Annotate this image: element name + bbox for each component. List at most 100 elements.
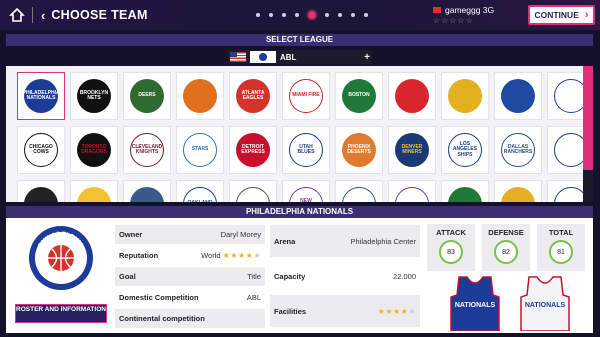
team-tile[interactable]: DENVER MINERS — [388, 126, 436, 174]
league-selector[interactable]: ABL + — [228, 50, 372, 64]
team-logo-icon: TORONTO DRAGONS — [77, 133, 111, 167]
select-league-heading: SELECT LEAGUE — [6, 34, 593, 46]
capacity-label: Capacity — [274, 271, 306, 281]
team-tile[interactable] — [388, 180, 436, 202]
team-tile[interactable]: PHILADELPHIA NATIONALS — [17, 72, 65, 120]
page-dot[interactable] — [269, 13, 273, 17]
page-dot[interactable] — [364, 13, 368, 17]
team-tile[interactable]: DALLAS RANCHERS — [494, 126, 542, 174]
goal-value: Title — [247, 272, 261, 281]
team-logo-icon — [183, 79, 217, 113]
team-logo-text: BROOKLYN NETS — [79, 89, 109, 101]
team-logo-icon: PHILADELPHIA NATIONALS — [23, 79, 60, 113]
capacity-value: 22.000 — [393, 271, 416, 281]
team-logo-icon: DEERS — [130, 79, 164, 113]
owner-row: Owner Daryl Morey — [115, 225, 265, 244]
reputation-value-wrap: World ★★★★★ — [201, 251, 261, 260]
team-tile[interactable]: DEERS — [123, 72, 171, 120]
page-dot[interactable] — [338, 13, 342, 17]
team-logo-icon — [236, 187, 270, 202]
flag-icon — [433, 7, 441, 13]
divider — [32, 7, 33, 23]
team-logo-text: ATLANTA EAGLES — [241, 89, 265, 101]
team-logo-icon — [77, 187, 111, 202]
total-label: TOTAL — [548, 228, 574, 237]
team-tile[interactable]: BROOKLYN NETS — [70, 72, 118, 120]
team-logo-icon: LOS ANGELES SHIPS — [448, 133, 482, 167]
domestic-competition-value: ABL — [246, 293, 261, 302]
team-tile[interactable]: ATLANTA EAGLES — [229, 72, 277, 120]
team-tile[interactable] — [123, 180, 171, 202]
arena-value: Philadelphia Center — [350, 236, 416, 246]
capacity-row: Capacity 22.000 — [270, 260, 420, 292]
team-logo-text: TORONTO DRAGONS — [81, 143, 107, 155]
team-tile[interactable] — [441, 180, 489, 202]
team-logo-icon: DALLAS RANCHERS — [501, 133, 535, 167]
team-info-heading: PHILADELPHIA NATIONALS — [6, 206, 593, 218]
league-logo-icon — [250, 51, 276, 63]
team-tile[interactable]: OAKLAND — [176, 180, 224, 202]
page-indicator — [256, 11, 368, 19]
team-tile[interactable]: BOSTON — [335, 72, 383, 120]
scrollbar[interactable] — [583, 66, 593, 202]
team-tile[interactable] — [70, 180, 118, 202]
team-logo-icon: BOSTON — [342, 79, 376, 113]
team-logo-text: NEW ORLEANS — [300, 197, 312, 202]
team-tile[interactable]: UTAH BLUES — [282, 126, 330, 174]
team-logo-icon — [24, 187, 58, 202]
user-profile[interactable]: gameggg 3G ☆☆☆☆☆ — [433, 5, 494, 25]
domestic-competition-row: Domestic Competition ABL — [115, 288, 265, 307]
team-logo-icon: DENVER MINERS — [395, 133, 429, 167]
team-tile[interactable]: CLEVELAND KNIGHTS — [123, 126, 171, 174]
continue-label: CONTINUE — [534, 10, 579, 20]
roster-and-information-button[interactable]: ROSTER AND INFORMATION — [15, 304, 107, 323]
team-tile[interactable]: TORONTO DRAGONS — [70, 126, 118, 174]
team-tile[interactable] — [17, 180, 65, 202]
page-dot[interactable] — [282, 13, 286, 17]
continental-competition-row: Continental competition — [115, 309, 265, 328]
team-tile[interactable]: STARS — [176, 126, 224, 174]
facilities-label: Facilities — [274, 306, 307, 316]
team-grid-panel: PHILADELPHIA NATIONALS BROOKLYN NETS DEERS… — [6, 66, 593, 202]
defense-label: DEFENSE — [488, 228, 524, 237]
reputation-value: World — [201, 251, 221, 260]
defense-gauge: 82 — [494, 240, 518, 264]
home-jersey: NATIONALS — [447, 275, 503, 336]
team-tile[interactable] — [494, 72, 542, 120]
team-logo-text: PHOENIX DESERTS — [347, 143, 371, 155]
team-tile[interactable]: MIAMI FIRE — [282, 72, 330, 120]
team-tile[interactable] — [176, 72, 224, 120]
team-tile[interactable] — [494, 180, 542, 202]
plus-icon[interactable]: + — [364, 52, 370, 63]
team-tile[interactable] — [441, 72, 489, 120]
user-rating-stars: ☆☆☆☆☆ — [433, 16, 474, 25]
home-icon[interactable] — [6, 4, 28, 26]
owner-label: Owner — [119, 230, 143, 239]
page-dot[interactable] — [295, 13, 299, 17]
team-tile[interactable]: NEW ORLEANS — [282, 180, 330, 202]
page-dot[interactable] — [256, 13, 260, 17]
team-logo-text: DENVER MINERS — [401, 143, 423, 155]
arena-label: Arena — [274, 236, 296, 246]
page-dot[interactable] — [351, 13, 355, 17]
team-logo-icon: MIAMI FIRE — [289, 79, 323, 113]
page-dot[interactable] — [325, 13, 329, 17]
team-tile[interactable]: LOS ANGELES SHIPS — [441, 126, 489, 174]
team-logo-text: DETROIT EXPRESS — [241, 143, 265, 155]
team-tile[interactable]: PHOENIX DESERTS — [335, 126, 383, 174]
continue-button[interactable]: CONTINUE › — [528, 5, 595, 25]
team-tile[interactable] — [229, 180, 277, 202]
page-dot[interactable] — [308, 11, 316, 19]
team-tile[interactable] — [335, 180, 383, 202]
attack-gauge: 83 — [439, 240, 463, 264]
team-logo-icon — [501, 187, 535, 202]
team-info-panel: PHILADELPHIA NATIONALS ROSTER AND INFORM… — [6, 218, 593, 333]
team-tile[interactable] — [388, 72, 436, 120]
team-logo-icon — [395, 187, 429, 202]
league-name: ABL — [280, 52, 297, 62]
team-logo-icon — [395, 79, 429, 113]
chevron-left-icon[interactable]: ‹ — [41, 8, 45, 23]
team-tile[interactable]: CHICAGO COWS — [17, 126, 65, 174]
team-tile[interactable]: DETROIT EXPRESS — [229, 126, 277, 174]
scrollbar-thumb[interactable] — [583, 66, 593, 170]
